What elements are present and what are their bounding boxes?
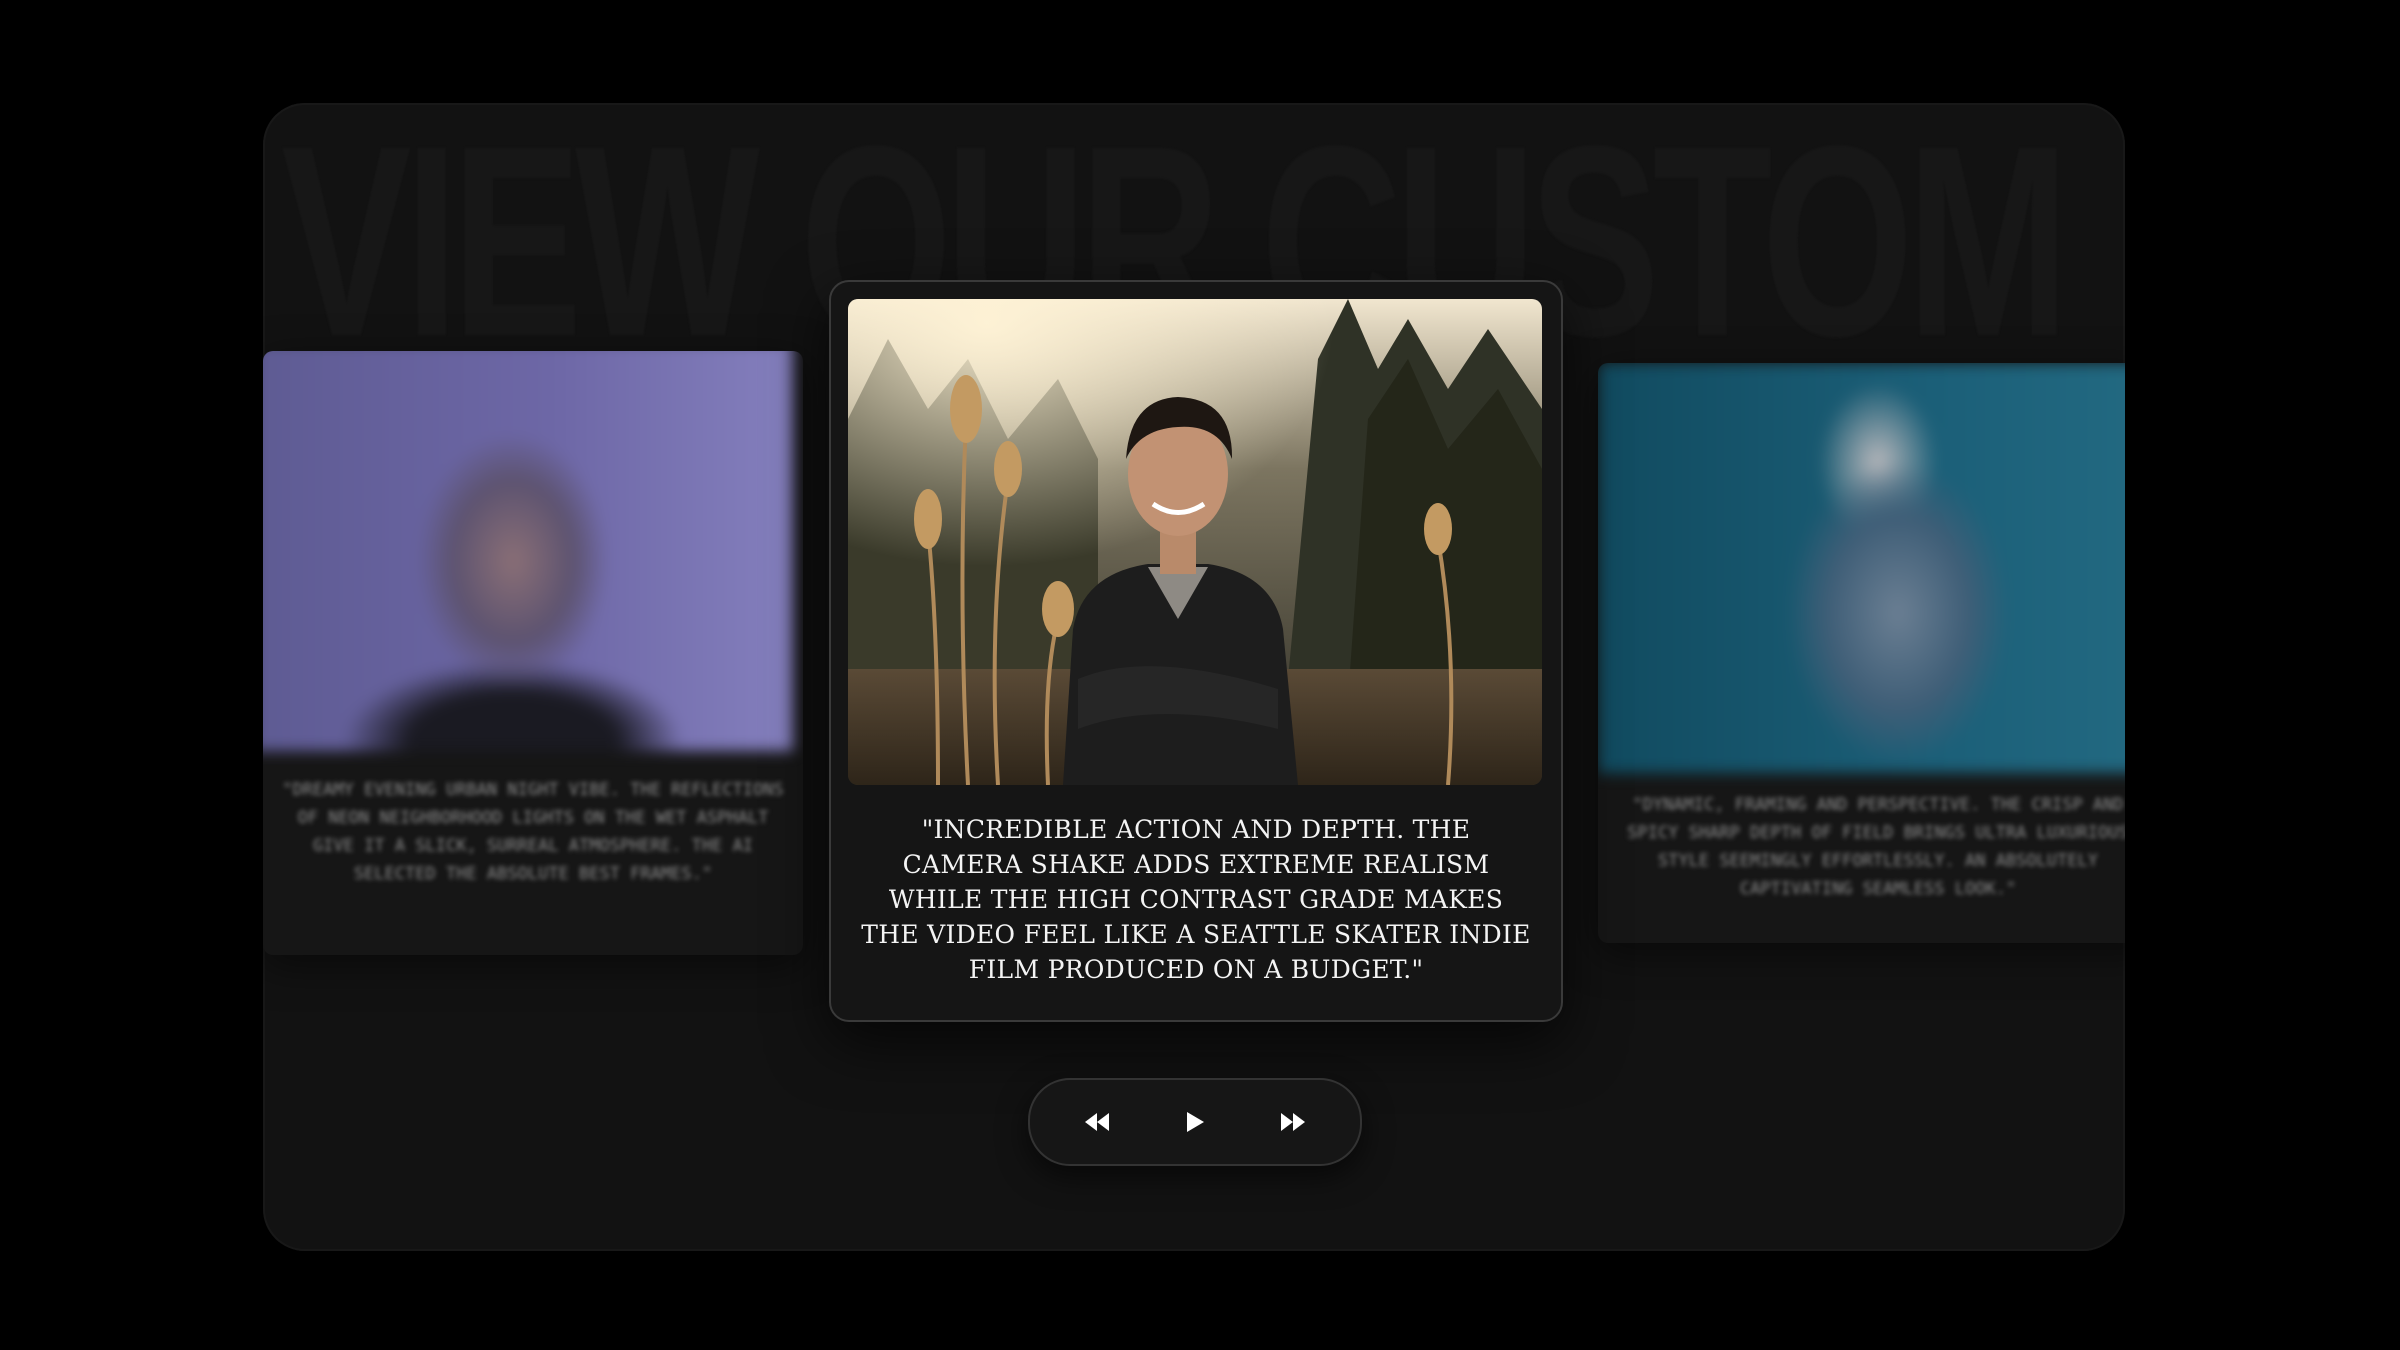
card-photo [848, 299, 1542, 785]
card-quote: "Incredible action and depth. The camera… [861, 815, 1531, 984]
fast-forward-icon [1281, 1113, 1305, 1131]
rewind-icon [1085, 1113, 1109, 1131]
play-icon [1187, 1112, 1204, 1132]
card-quote: "Dreamy evening urban night vibe. The re… [282, 780, 784, 884]
card-quote: "Dynamic, framing and perspective. The c… [1627, 795, 2125, 899]
portrait-illustration [848, 299, 1542, 785]
play-button[interactable] [1173, 1100, 1217, 1144]
testimonial-card-active[interactable]: "Incredible action and depth. The camera… [829, 280, 1563, 1022]
card-photo [263, 351, 793, 751]
fast-forward-button[interactable] [1271, 1100, 1315, 1144]
rewind-button[interactable] [1075, 1100, 1119, 1144]
card-photo [1598, 363, 2125, 773]
playback-controls [1028, 1078, 1362, 1166]
testimonial-card-right[interactable]: "Dynamic, framing and perspective. The c… [1598, 363, 2125, 943]
testimonial-card-left[interactable]: "Dreamy evening urban night vibe. The re… [263, 351, 803, 955]
